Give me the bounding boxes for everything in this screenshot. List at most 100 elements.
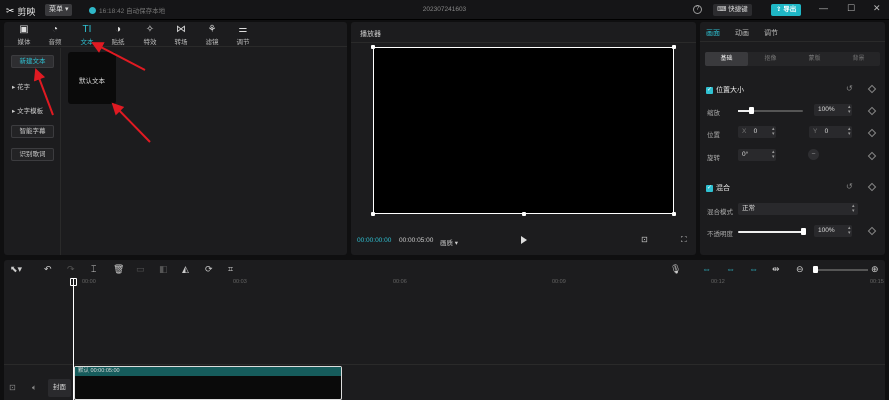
undo-icon[interactable]: ↶ bbox=[44, 264, 52, 275]
media-panel: ▣ 媒体 ◔ 音频 TI 文本 ◑ 贴纸 ✧ 特效 ⋈ 转场 ⚘ 滤镜 ⚌ 调节 新建文本 ▸ … bbox=[4, 22, 347, 255]
scale-stepper[interactable]: ▴ ▾ bbox=[848, 105, 851, 115]
opacity-stepper[interactable]: ▴ ▾ bbox=[848, 226, 851, 236]
quality-label: 画质 bbox=[440, 240, 453, 247]
subtab-cutout[interactable]: 抠像 bbox=[749, 52, 792, 66]
tab-media[interactable]: ▣ 媒体 bbox=[10, 24, 38, 46]
export-button[interactable]: ⇪ 导出 bbox=[771, 4, 802, 16]
auto-snap-icon[interactable]: ⇔ bbox=[702, 264, 711, 274]
resize-handle[interactable] bbox=[672, 212, 676, 216]
category-auto-caption[interactable]: 智能字幕 bbox=[11, 125, 54, 138]
opacity-slider[interactable] bbox=[738, 231, 803, 233]
delete-icon[interactable]: 🗑︎ bbox=[113, 264, 124, 275]
category-text-template[interactable]: ▸ 文字模板 bbox=[12, 105, 43, 115]
tab-sticker[interactable]: ◑ 贴纸 bbox=[104, 24, 132, 46]
track-visibility-icon[interactable]: ⊡ bbox=[9, 383, 16, 392]
y-stepper[interactable]: ▴ ▾ bbox=[848, 127, 851, 137]
tab-effects[interactable]: ✧ 特效 bbox=[136, 24, 164, 46]
freeze-icon[interactable]: ▭ bbox=[136, 264, 145, 275]
x-stepper[interactable]: ▴ ▾ bbox=[772, 127, 775, 137]
scale-slider[interactable] bbox=[738, 110, 803, 112]
tick-label: 00:09 bbox=[552, 279, 566, 285]
resize-handle[interactable] bbox=[672, 45, 676, 49]
keyframe-icon[interactable] bbox=[867, 84, 877, 94]
resize-handle[interactable] bbox=[371, 45, 375, 49]
default-text-card[interactable]: 默认文本 bbox=[68, 52, 116, 104]
quality-dropdown[interactable]: 画质 ▾ bbox=[440, 237, 458, 247]
keyframe-icon[interactable] bbox=[867, 182, 877, 192]
crop-icon[interactable]: ⌗ bbox=[228, 264, 233, 275]
category-new-text[interactable]: 新建文本 bbox=[11, 55, 54, 68]
select-tool-icon[interactable]: ⬉▾ bbox=[10, 264, 22, 275]
tab-adjust[interactable]: ⚌ 调节 bbox=[229, 24, 257, 46]
scale-field[interactable]: 100% bbox=[814, 104, 852, 116]
play-icon[interactable] bbox=[521, 236, 527, 244]
playhead[interactable] bbox=[73, 279, 74, 400]
minimize-icon[interactable]: — bbox=[819, 3, 828, 13]
audio-icon: ◔ bbox=[51, 24, 59, 35]
rotate-icon[interactable]: ⟳ bbox=[205, 264, 213, 275]
opacity-field[interactable]: 100% bbox=[814, 225, 852, 237]
shortcut-button[interactable]: ⌨ 快捷键 bbox=[713, 4, 752, 16]
effects-icon: ✧ bbox=[145, 24, 155, 35]
tab-animation[interactable]: 动画 bbox=[735, 28, 749, 38]
subtab-basic[interactable]: 基础 bbox=[705, 52, 748, 66]
tab-text[interactable]: TI 文本 bbox=[73, 24, 101, 46]
rotate-field[interactable]: 0° bbox=[738, 149, 776, 161]
time-ruler[interactable]: 00:00 00:03 00:06 00:09 00:12 00:15 bbox=[74, 279, 885, 288]
subtab-background[interactable]: 背景 bbox=[837, 52, 880, 66]
redo-icon[interactable]: ↷ bbox=[67, 264, 75, 275]
linkage-icon[interactable]: ⇔ bbox=[726, 264, 735, 274]
maximize-icon[interactable]: ☐ bbox=[847, 3, 855, 14]
tab-adjust[interactable]: 调节 bbox=[764, 28, 778, 38]
text-icon: TI bbox=[82, 24, 92, 35]
keyframe-icon[interactable] bbox=[867, 151, 877, 161]
category-fancy-text[interactable]: ▸ 花字 bbox=[12, 81, 30, 91]
rotate-dial-icon[interactable]: – bbox=[808, 149, 819, 160]
reverse-icon[interactable]: ◧ bbox=[159, 264, 168, 275]
keyframe-icon[interactable] bbox=[867, 106, 877, 116]
rotate-stepper[interactable]: ▴ ▾ bbox=[772, 150, 775, 160]
keyframe-icon[interactable] bbox=[867, 128, 877, 138]
zoom-in-icon[interactable]: ⊕ bbox=[871, 264, 879, 275]
opacity-slider-knob[interactable] bbox=[801, 228, 806, 235]
tab-transition[interactable]: ⋈ 转场 bbox=[167, 24, 195, 46]
zoom-slider-knob[interactable] bbox=[813, 266, 818, 273]
timeline-clip[interactable]: 默认 00:00:05:00 bbox=[74, 366, 342, 400]
media-tabs: ▣ 媒体 ◔ 音频 TI 文本 ◑ 贴纸 ✧ 特效 ⋈ 转场 ⚘ 滤镜 ⚌ 调节 bbox=[4, 22, 347, 47]
split-icon[interactable]: ⌶ bbox=[91, 264, 96, 275]
scale-slider-knob[interactable] bbox=[749, 107, 754, 114]
resize-handle[interactable] bbox=[522, 212, 526, 216]
preview-canvas[interactable] bbox=[371, 45, 676, 216]
keyframe-icon[interactable] bbox=[867, 226, 877, 236]
preview-axis-icon[interactable]: ⇔ bbox=[749, 264, 758, 274]
subtab-mask[interactable]: 蒙版 bbox=[793, 52, 836, 66]
tab-picture[interactable]: 画面 bbox=[706, 28, 720, 38]
track-mute-icon[interactable]: 🔈︎ bbox=[32, 383, 37, 393]
reset-icon[interactable]: ↺ bbox=[846, 84, 853, 93]
tab-audio[interactable]: ◔ 音频 bbox=[41, 24, 69, 46]
checkbox[interactable]: ✓ bbox=[706, 86, 713, 94]
menu-button[interactable]: 菜单 ▾ bbox=[45, 4, 73, 16]
position-y-field[interactable]: Y 0 bbox=[809, 126, 852, 138]
tab-filter[interactable]: ⚘ 滤镜 bbox=[198, 24, 226, 46]
close-icon[interactable]: ✕ bbox=[873, 3, 881, 14]
blend-mode-select[interactable]: 正常 bbox=[738, 203, 858, 215]
help-icon[interactable]: ? bbox=[693, 5, 702, 14]
zoom-slider[interactable] bbox=[816, 269, 868, 271]
mirror-icon[interactable]: ◭ bbox=[182, 264, 189, 275]
fullscreen-icon[interactable]: ⛶ bbox=[681, 235, 687, 245]
ratio-icon[interactable]: ⊡ bbox=[641, 235, 648, 244]
app-logo: ✂ 剪映 bbox=[6, 5, 35, 18]
resize-handle[interactable] bbox=[371, 212, 375, 216]
section-blend: ✓ 混合 bbox=[706, 183, 730, 193]
reset-icon[interactable]: ↺ bbox=[846, 182, 853, 191]
inspector-tabs: 画面 动画 调节 bbox=[700, 22, 885, 42]
category-label: 文字模板 bbox=[17, 108, 44, 115]
category-lyrics[interactable]: 识别歌词 bbox=[11, 148, 54, 161]
zoom-out-icon[interactable]: ⊖ bbox=[796, 264, 804, 275]
microphone-icon[interactable]: 🎙︎ bbox=[670, 264, 681, 275]
position-x-field[interactable]: X 0 bbox=[738, 126, 776, 138]
checkbox[interactable]: ✓ bbox=[706, 184, 713, 192]
cover-button[interactable]: 封面 bbox=[48, 379, 71, 397]
fit-icon[interactable]: ⇹ bbox=[772, 264, 780, 275]
